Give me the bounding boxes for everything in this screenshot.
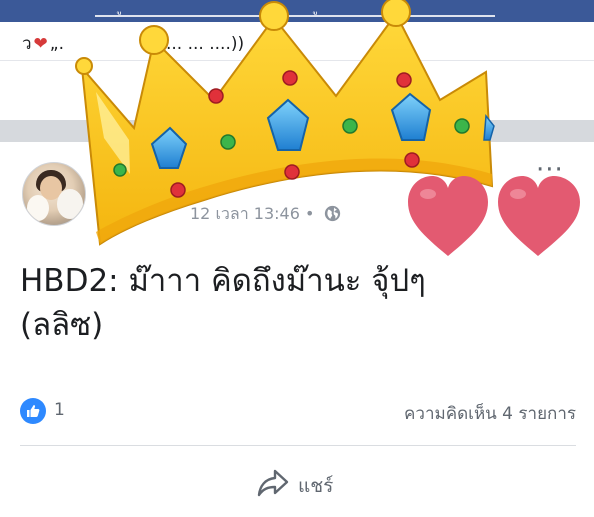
reaction-count[interactable]: 1 (54, 400, 65, 420)
post-text-line: HBD2: ม๊าาา คิดถึงม๊านะ จุ้ปๆ (20, 263, 426, 299)
crown-orb (381, 0, 411, 27)
heart-emoji-icon: ❤ (33, 34, 48, 54)
reactions-bar: 1 ความคิดเห็น 4 รายการ (20, 398, 576, 424)
comments-count[interactable]: ความคิดเห็น 4 รายการ (404, 400, 576, 427)
heart-icon (498, 176, 580, 256)
thumbs-up-icon[interactable] (20, 398, 46, 424)
heart-icon (408, 176, 488, 256)
post-text: HBD2: ม๊าาา คิดถึงม๊านะ จุ้ปๆ (ลลิซ) (20, 259, 540, 347)
previous-post-text-middle: „. (49, 34, 65, 54)
share-arrow-icon (256, 468, 290, 503)
post-text-line: (ลลิซ) (20, 307, 104, 343)
crown-orb (139, 25, 169, 55)
previous-post-text-prefix: ว (22, 34, 32, 54)
crown-orb (259, 1, 289, 31)
share-label: แชร์ (298, 475, 334, 497)
hearts-sticker (408, 176, 580, 256)
divider (20, 445, 576, 446)
